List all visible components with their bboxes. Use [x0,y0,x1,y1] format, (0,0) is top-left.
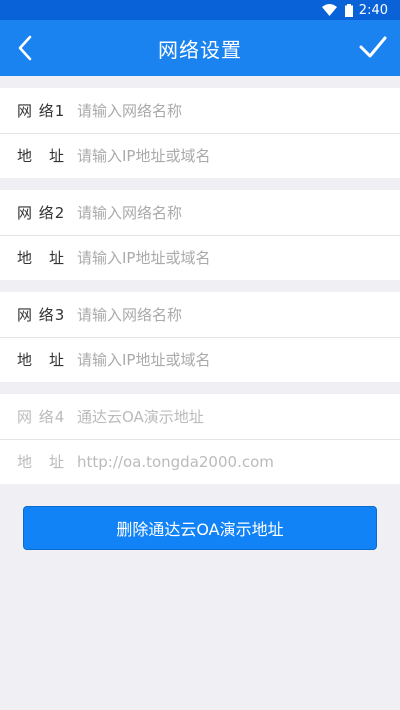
title-bar: 网络设置 [0,20,400,76]
network-name-input[interactable]: 请输入网络名称 [77,202,182,223]
network-address-label: 地 址 [17,249,66,267]
network-group-3: 网 络3 请输入网络名称 地 址 请输入IP地址或域名 [0,292,400,382]
status-bar: 2:40 [0,0,400,20]
network-name-label: 网 络2 [17,204,66,222]
network-address-label: 地 址 [17,147,66,165]
network-address-row: 地 址 请输入IP地址或域名 [0,235,400,280]
wifi-icon [321,4,337,16]
network-name-input[interactable]: 请输入网络名称 [77,100,182,121]
network-group-2: 网 络2 请输入网络名称 地 址 请输入IP地址或域名 [0,190,400,280]
network-address-input[interactable]: 请输入IP地址或域名 [77,247,210,268]
network-address-input[interactable]: 请输入IP地址或域名 [77,145,210,166]
page-title: 网络设置 [158,37,242,62]
network-address-label: 地 址 [17,351,66,369]
check-icon[interactable] [358,32,388,62]
battery-icon [344,3,353,17]
network-name-row: 网 络4 通达云OA演示地址 [0,394,400,439]
status-time: 2:40 [358,2,388,18]
network-group-4: 网 络4 通达云OA演示地址 地 址 http://oa.tongda2000.… [0,394,400,484]
network-address-row: 地 址 http://oa.tongda2000.com [0,439,400,484]
network-address-label: 地 址 [17,453,66,471]
network-name-label: 网 络1 [17,102,66,120]
chevron-left-icon[interactable] [12,34,40,62]
delete-demo-address-button[interactable]: 删除通达云OA演示地址 [23,506,377,550]
network-address-row: 地 址 请输入IP地址或域名 [0,133,400,178]
network-name-label: 网 络4 [17,408,66,426]
network-name-label: 网 络3 [17,306,66,324]
network-address-value: http://oa.tongda2000.com [77,452,274,471]
network-name-value: 通达云OA演示地址 [77,408,204,426]
network-name-row: 网 络2 请输入网络名称 [0,190,400,235]
network-name-row: 网 络3 请输入网络名称 [0,292,400,337]
network-address-row: 地 址 请输入IP地址或域名 [0,337,400,382]
button-container: 删除通达云OA演示地址 [0,484,400,550]
network-name-row: 网 络1 请输入网络名称 [0,88,400,133]
network-group-1: 网 络1 请输入网络名称 地 址 请输入IP地址或域名 [0,88,400,178]
network-name-input[interactable]: 请输入网络名称 [77,304,182,325]
network-address-input[interactable]: 请输入IP地址或域名 [77,349,210,370]
